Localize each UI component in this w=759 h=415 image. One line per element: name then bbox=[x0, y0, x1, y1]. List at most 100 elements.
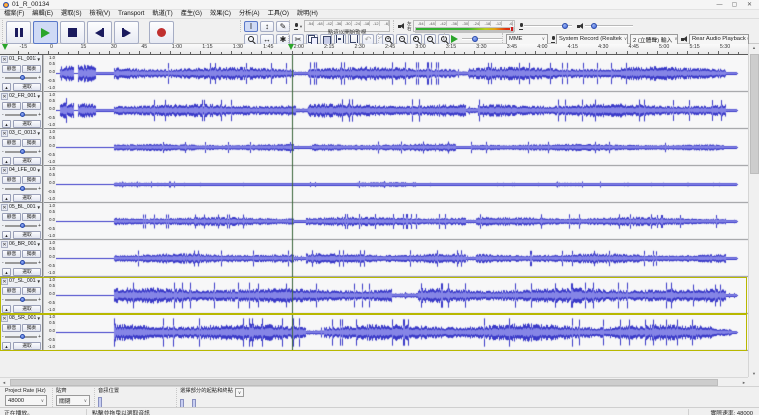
track-name[interactable]: 03_C_00134 bbox=[9, 130, 36, 137]
track-mute-button[interactable]: 靜音 bbox=[2, 139, 21, 147]
track-name[interactable]: 01_FL_00134 bbox=[9, 56, 36, 63]
gain-slider-thumb[interactable] bbox=[19, 333, 26, 340]
track-collapse-button[interactable]: ▲ bbox=[2, 157, 11, 165]
track-solo-button[interactable]: 獨奏 bbox=[22, 176, 41, 184]
playback-meter[interactable]: -54 -48 -42 -36 -30 -24 -18 -12 -6 bbox=[412, 20, 515, 33]
playback-volume-slider[interactable] bbox=[585, 22, 633, 30]
track-select-button[interactable]: 選取 bbox=[13, 231, 41, 239]
undo-button[interactable]: ↶ bbox=[362, 33, 374, 45]
track-menu-arrow-icon[interactable]: ▼ bbox=[37, 93, 41, 100]
track-solo-button[interactable]: 獨奏 bbox=[22, 287, 41, 295]
track-name[interactable]: 07_SL_00134 bbox=[9, 278, 36, 285]
gain-slider-thumb[interactable] bbox=[19, 259, 26, 266]
track-select-button[interactable]: 選取 bbox=[13, 157, 41, 165]
menu-item-9[interactable]: 分析(A) bbox=[235, 10, 264, 18]
track-menu-arrow-icon[interactable]: ▼ bbox=[37, 130, 41, 137]
track-close-button[interactable]: ✕ bbox=[1, 278, 8, 285]
menu-item-11[interactable]: 說明(H) bbox=[293, 10, 322, 18]
menu-item-3[interactable]: 選取(S) bbox=[57, 10, 86, 18]
horizontal-scroll-thumb[interactable] bbox=[10, 379, 718, 386]
track-mute-button[interactable]: 靜音 bbox=[2, 176, 21, 184]
silence-button[interactable] bbox=[348, 33, 360, 45]
rec-meter-dropdown-arrow[interactable]: ▼ bbox=[299, 24, 303, 29]
menu-item-4[interactable]: 檢視(V) bbox=[86, 10, 115, 18]
audio-host-select[interactable]: MME ∨ bbox=[506, 33, 548, 45]
track-select-button[interactable]: 選取 bbox=[13, 268, 41, 276]
track-mute-button[interactable]: 靜音 bbox=[2, 102, 21, 110]
track-collapse-button[interactable]: ▲ bbox=[2, 120, 11, 128]
track-gain-slider[interactable]: - + bbox=[2, 259, 41, 267]
menu-item-2[interactable]: 編輯(E) bbox=[28, 10, 57, 18]
timeline-ruler[interactable]: -15 0 15 30 45 1:00 1:15 1:30 1:45 2:00 2:15 2:30 2:… bbox=[0, 44, 748, 55]
gain-slider-thumb[interactable] bbox=[19, 222, 26, 229]
waveform-canvas[interactable] bbox=[56, 55, 748, 351]
track-gain-slider[interactable]: - + bbox=[2, 111, 41, 119]
track-menu-arrow-icon[interactable]: ▼ bbox=[37, 315, 41, 322]
gain-slider-thumb[interactable] bbox=[19, 148, 26, 155]
track-menu-arrow-icon[interactable]: ▼ bbox=[37, 56, 41, 63]
track-collapse-button[interactable]: ▲ bbox=[2, 305, 11, 313]
track-mute-button[interactable]: 靜音 bbox=[2, 65, 21, 73]
maximize-button[interactable]: ▢ bbox=[727, 0, 742, 10]
minimize-button[interactable]: — bbox=[712, 0, 727, 10]
track-select-button[interactable]: 選取 bbox=[13, 342, 41, 350]
track-name[interactable]: 06_BR_00134 bbox=[9, 241, 36, 248]
playhead-triangle-icon[interactable] bbox=[288, 44, 295, 50]
track-gain-slider[interactable]: - + bbox=[2, 185, 41, 193]
track-select-button[interactable]: 選取 bbox=[13, 305, 41, 313]
trim-button[interactable] bbox=[334, 33, 346, 45]
menu-item-8[interactable]: 效果(C) bbox=[206, 10, 235, 18]
track-close-button[interactable]: ✕ bbox=[1, 130, 8, 137]
track-mute-button[interactable]: 靜音 bbox=[2, 287, 21, 295]
gain-slider-thumb[interactable] bbox=[19, 111, 26, 118]
playback-speed-slider[interactable] bbox=[462, 35, 502, 43]
track-close-button[interactable]: ✕ bbox=[1, 93, 8, 100]
paste-button[interactable] bbox=[320, 33, 332, 45]
pause-button[interactable] bbox=[6, 21, 31, 44]
gain-slider-thumb[interactable] bbox=[19, 185, 26, 192]
track-close-button[interactable]: ✕ bbox=[1, 315, 8, 322]
gain-slider-thumb[interactable] bbox=[19, 296, 26, 303]
track-select-button[interactable]: 選取 bbox=[13, 83, 41, 91]
menu-item-10[interactable]: 工具(O) bbox=[264, 10, 293, 18]
record-button[interactable] bbox=[149, 21, 174, 44]
zoom-out-button[interactable]: − bbox=[396, 33, 408, 45]
gain-slider-thumb[interactable] bbox=[19, 74, 26, 81]
track-name[interactable]: 04_LFE_00134 bbox=[9, 167, 36, 174]
zoom-project-button[interactable]: ▫ bbox=[424, 33, 436, 45]
skip-start-button[interactable] bbox=[87, 21, 112, 44]
track-solo-button[interactable]: 獨奏 bbox=[22, 213, 41, 221]
scroll-up-arrow[interactable]: ▲ bbox=[752, 43, 756, 52]
project-rate-select[interactable]: 48000 ∨ bbox=[5, 395, 47, 406]
cut-button[interactable]: ✂ bbox=[292, 33, 304, 45]
track-close-button[interactable]: ✕ bbox=[1, 167, 8, 174]
scroll-down-arrow[interactable]: ▼ bbox=[752, 369, 756, 378]
track-name[interactable]: 02_FR_00134 bbox=[9, 93, 36, 100]
track-mute-button[interactable]: 靜音 bbox=[2, 213, 21, 221]
track-solo-button[interactable]: 獨奏 bbox=[22, 324, 41, 332]
track-solo-button[interactable]: 獨奏 bbox=[22, 250, 41, 258]
close-button[interactable]: ✕ bbox=[742, 0, 757, 10]
track-select-button[interactable]: 選取 bbox=[13, 194, 41, 202]
stop-button[interactable] bbox=[60, 21, 85, 44]
snap-select[interactable]: 關閉 ∨ bbox=[56, 395, 90, 406]
recording-meter[interactable]: -54 -48 -42 -36 -30 -24 -18 -12 -6 點這以開始監視 bbox=[303, 20, 390, 36]
track-mute-button[interactable]: 靜音 bbox=[2, 324, 21, 332]
track-gain-slider[interactable]: - + bbox=[2, 148, 41, 156]
play-at-speed-button[interactable] bbox=[448, 34, 460, 45]
track-collapse-button[interactable]: ▲ bbox=[2, 268, 11, 276]
vertical-scrollbar[interactable]: ▲ ▼ bbox=[748, 44, 759, 377]
track-name[interactable]: 08_SR_00134 bbox=[9, 315, 36, 322]
zoom-tool-button[interactable] bbox=[244, 33, 258, 45]
track-menu-arrow-icon[interactable]: ▼ bbox=[37, 278, 41, 285]
track-menu-arrow-icon[interactable]: ▼ bbox=[37, 241, 41, 248]
track-gain-slider[interactable]: - + bbox=[2, 222, 41, 230]
skip-end-button[interactable] bbox=[114, 21, 139, 44]
track-gain-slider[interactable]: - + bbox=[2, 333, 41, 341]
recording-channels-select[interactable]: 2 (立體聲) 輸入 ∨ bbox=[630, 33, 678, 45]
menu-item-7[interactable]: 產生(G) bbox=[177, 10, 206, 18]
track-close-button[interactable]: ✕ bbox=[1, 204, 8, 211]
copy-button[interactable] bbox=[306, 33, 318, 45]
time-shift-tool-button[interactable]: ↔ bbox=[260, 33, 274, 45]
track-close-button[interactable]: ✕ bbox=[1, 56, 8, 63]
